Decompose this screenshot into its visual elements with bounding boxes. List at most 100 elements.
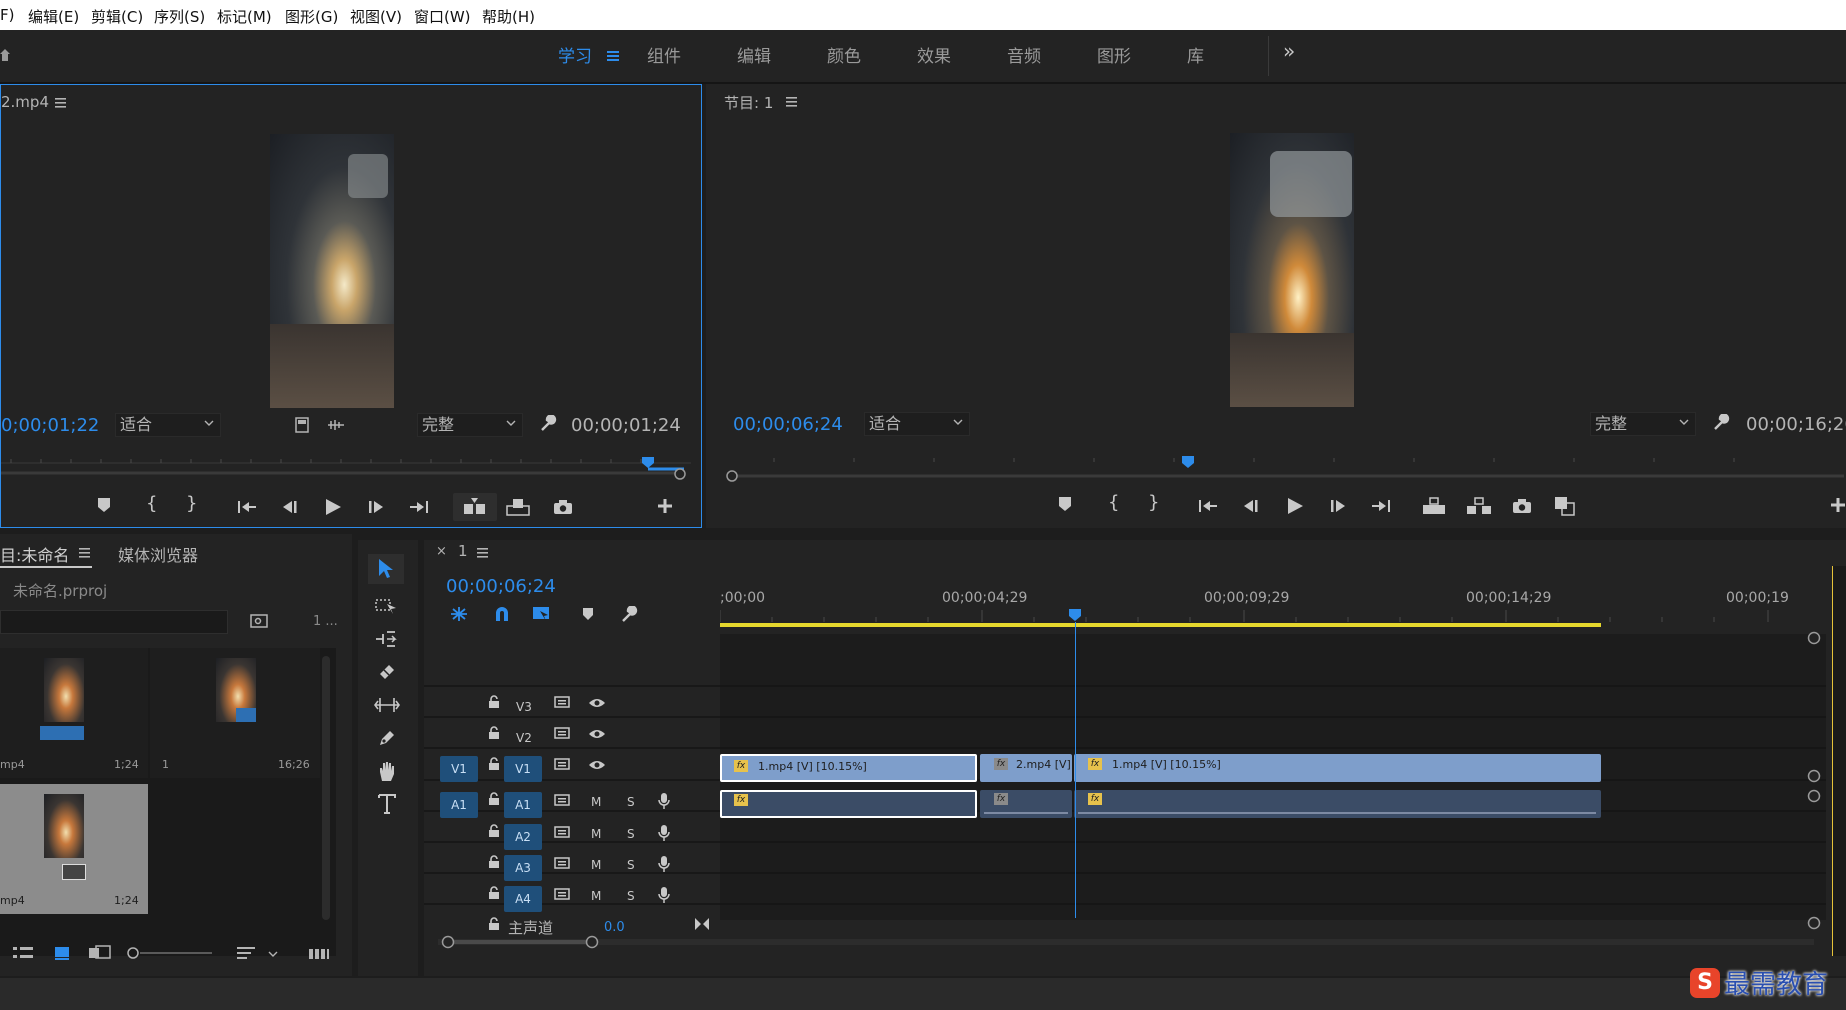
video-clip[interactable]: fx 2.mp4 [V]: [980, 754, 1072, 782]
sync-lock-icon[interactable]: [554, 727, 570, 739]
add-marker-icon[interactable]: [1058, 496, 1072, 512]
solo-button[interactable]: S: [627, 827, 635, 841]
extract-icon[interactable]: [1466, 497, 1492, 515]
sync-lock-icon[interactable]: [554, 696, 570, 708]
hand-tool-icon[interactable]: [377, 760, 397, 782]
drag-audio-icon[interactable]: [327, 419, 345, 431]
project-item[interactable]: mp4 1;24: [0, 648, 148, 778]
project-scrollbar[interactable]: [322, 656, 330, 920]
panel-menu-icon[interactable]: [55, 98, 66, 108]
nest-toggle-icon[interactable]: [450, 606, 468, 622]
lock-icon[interactable]: [488, 886, 500, 900]
lock-icon[interactable]: [488, 695, 500, 709]
source-title[interactable]: 2.mp4: [1, 93, 49, 111]
program-timecode[interactable]: 00;00;06;24: [733, 414, 843, 435]
eye-icon[interactable]: [588, 697, 606, 709]
track-target-a2[interactable]: A2: [504, 824, 542, 850]
source-video-frame[interactable]: [270, 134, 394, 408]
panel-menu-icon[interactable]: [79, 548, 90, 558]
microphone-icon[interactable]: [658, 886, 670, 904]
icon-view-icon[interactable]: [54, 946, 70, 960]
source-quality-dropdown[interactable]: 完整: [417, 413, 523, 437]
zoom-slider[interactable]: [126, 946, 214, 960]
mark-in-button[interactable]: {: [146, 493, 157, 514]
program-title[interactable]: 节目: 1: [724, 92, 773, 113]
audio-clip[interactable]: fx: [980, 790, 1072, 818]
sort-icon[interactable]: [236, 946, 256, 960]
freeform-view-icon[interactable]: [88, 945, 112, 961]
comparison-view-icon[interactable]: [1554, 496, 1576, 516]
overwrite-icon[interactable]: [506, 498, 530, 516]
linked-selection-icon[interactable]: [532, 606, 550, 622]
audio-clip[interactable]: fx: [720, 790, 977, 818]
menu-graphics[interactable]: 图形(G): [285, 6, 338, 27]
lock-icon[interactable]: [488, 726, 500, 740]
add-button-icon[interactable]: [657, 498, 673, 514]
track-target-a1[interactable]: A1: [504, 792, 542, 818]
mark-out-button[interactable]: }: [1148, 492, 1159, 513]
timeline-zoom-scrollbar[interactable]: [424, 932, 1826, 952]
mute-button[interactable]: M: [591, 889, 601, 903]
source-fit-dropdown[interactable]: 适合: [115, 413, 221, 437]
menu-sequence[interactable]: 序列(S): [154, 6, 205, 27]
tab-menu-icon[interactable]: [607, 50, 619, 62]
mute-button[interactable]: M: [591, 858, 601, 872]
step-forward-icon[interactable]: [1329, 499, 1347, 513]
microphone-icon[interactable]: [658, 824, 670, 842]
menu-window[interactable]: 窗口(W): [414, 6, 471, 27]
type-tool-icon[interactable]: [378, 794, 396, 814]
home-icon[interactable]: [0, 48, 10, 62]
eye-icon[interactable]: [588, 759, 606, 771]
chevron-down-icon[interactable]: [268, 950, 278, 958]
menu-view[interactable]: 视图(V): [350, 6, 402, 27]
workspace-overflow-button[interactable]: »: [1283, 39, 1295, 63]
video-clip[interactable]: fx 1.mp4 [V] [10.15%]: [1074, 754, 1601, 782]
lock-icon[interactable]: [488, 824, 500, 838]
new-search-bin-icon[interactable]: [250, 614, 268, 628]
microphone-icon[interactable]: [658, 792, 670, 810]
wrench-icon[interactable]: [539, 415, 557, 433]
source-patch-v1[interactable]: V1: [440, 756, 478, 782]
snap-magnet-icon[interactable]: [494, 606, 510, 622]
play-icon[interactable]: [1286, 497, 1304, 515]
slip-tool-icon[interactable]: [374, 696, 400, 714]
media-browser-tab[interactable]: 媒体浏览器: [118, 542, 198, 566]
insert-button[interactable]: [453, 493, 497, 521]
mute-button[interactable]: M: [591, 795, 601, 809]
lock-icon[interactable]: [488, 757, 500, 771]
mute-button[interactable]: M: [591, 827, 601, 841]
program-fit-dropdown[interactable]: 适合: [864, 412, 970, 436]
mark-in-button[interactable]: {: [1108, 492, 1119, 513]
mark-out-button[interactable]: }: [186, 493, 197, 514]
lock-icon[interactable]: [488, 792, 500, 806]
camera-icon[interactable]: [553, 499, 573, 515]
project-item-selected[interactable]: mp4 1;24: [0, 784, 148, 914]
source-time-ruler[interactable]: [1, 451, 701, 481]
source-timecode[interactable]: 0;00;01;22: [1, 415, 99, 436]
audio-clip[interactable]: fx: [1074, 790, 1601, 818]
wrench-icon[interactable]: [1712, 414, 1730, 432]
lock-icon[interactable]: [488, 855, 500, 869]
video-clip[interactable]: fx 1.mp4 [V] [10.15%]: [720, 754, 977, 782]
project-item[interactable]: 1 16;26: [150, 648, 320, 778]
go-to-out-icon[interactable]: [1371, 499, 1391, 513]
tab-graphics[interactable]: 图形: [1097, 42, 1131, 67]
sync-lock-icon[interactable]: [554, 758, 570, 770]
track-target-v1[interactable]: V1: [504, 756, 542, 782]
program-video-frame[interactable]: [1230, 133, 1354, 407]
step-back-icon[interactable]: [281, 500, 299, 514]
ripple-edit-tool-icon[interactable]: [375, 628, 397, 650]
camera-icon[interactable]: [1512, 498, 1532, 514]
eye-icon[interactable]: [588, 728, 606, 740]
razor-tool-icon[interactable]: [377, 662, 397, 682]
tab-libraries[interactable]: 库: [1187, 42, 1204, 67]
tab-audio[interactable]: 音频: [1007, 42, 1041, 67]
sync-lock-icon[interactable]: [554, 794, 570, 806]
timeline-vertical-scrollbars[interactable]: [1784, 630, 1824, 930]
sync-lock-icon[interactable]: [554, 857, 570, 869]
menu-file[interactable]: F): [0, 6, 14, 24]
timeline-timecode[interactable]: 00;00;06;24: [446, 576, 556, 597]
menu-help[interactable]: 帮助(H): [482, 6, 535, 27]
menu-edit[interactable]: 编辑(E): [28, 6, 79, 27]
go-to-edit-point-icon[interactable]: [694, 917, 710, 931]
